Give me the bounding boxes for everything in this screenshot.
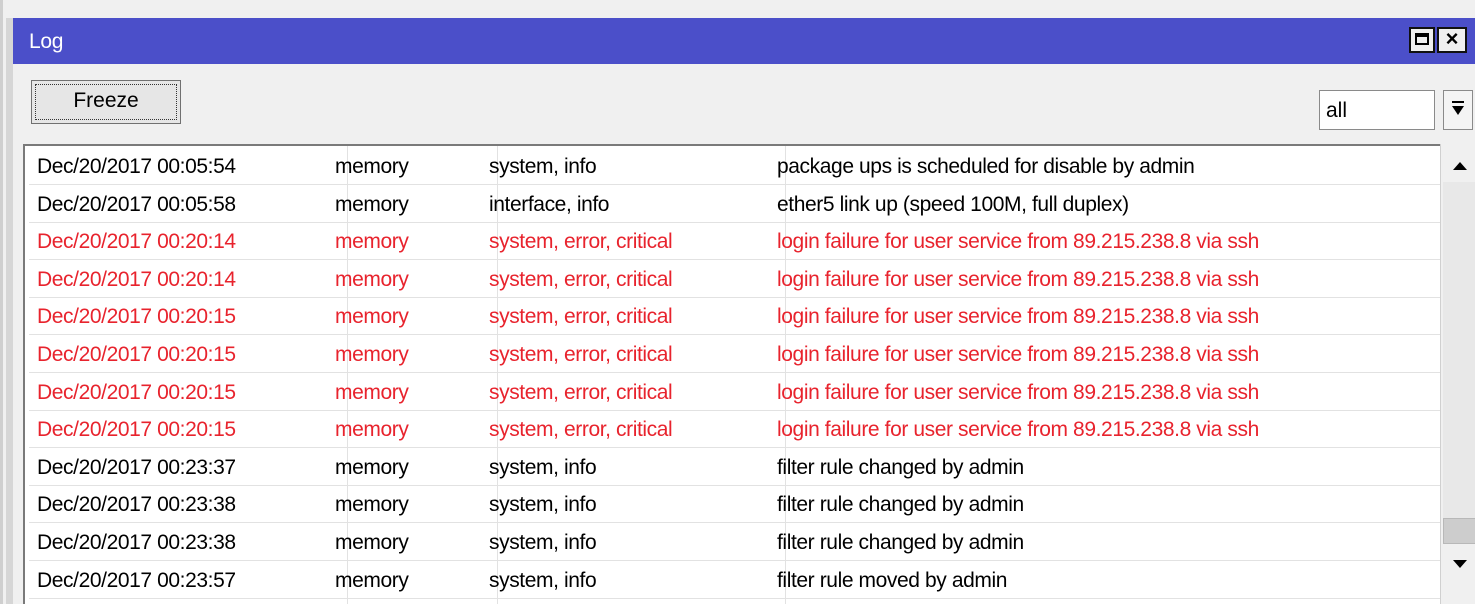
log-message-cell: package ups is scheduled for disable by … (777, 155, 1195, 178)
log-message-cell: filter rule changed by admin (777, 493, 1024, 517)
log-buffer-cell: memory (335, 493, 409, 517)
freeze-button-label: Freeze (73, 89, 139, 112)
log-time-cell: Dec/20/2017 00:20:14 (37, 230, 236, 254)
log-time-cell: Dec/20/2017 00:20:15 (37, 305, 236, 329)
maximize-icon[interactable] (1409, 27, 1435, 53)
log-row[interactable]: Dec/20/2017 00:20:15 memory system, error,… (29, 336, 1442, 373)
log-table: Dec/20/2017 00:05:54 memory system, info pa… (23, 144, 1475, 604)
log-time-cell: Dec/20/2017 00:05:54 (37, 155, 236, 178)
log-topics-cell: interface, info (489, 192, 610, 216)
log-message-cell: filter rule changed by admin (777, 531, 1024, 554)
log-row[interactable]: Dec/20/2017 00:20:15 memory system, error,… (29, 298, 1442, 336)
scroll-up-arrow-icon[interactable] (1443, 148, 1475, 182)
toolbar: Freeze all (13, 64, 1475, 144)
log-row[interactable]: Dec/20/2017 00:23:38 memory system, info fi… (29, 524, 1442, 561)
log-buffer-cell: memory (335, 305, 409, 329)
scrollbar-thumb[interactable] (1443, 518, 1475, 544)
log-topics-cell: system, error, critical (489, 418, 673, 442)
log-buffer-cell: memory (335, 192, 409, 216)
log-row[interactable]: Dec/20/2017 00:20:14 memory system, error,… (29, 223, 1442, 261)
freeze-button[interactable]: Freeze (31, 80, 181, 124)
log-time-cell: Dec/20/2017 00:20:14 (37, 267, 236, 291)
log-time-cell: Dec/20/2017 00:23:38 (37, 531, 236, 554)
log-message-cell: filter rule changed by admin (777, 455, 1024, 479)
dropdown-arrow-icon[interactable] (1443, 90, 1473, 130)
log-buffer-cell: memory (335, 380, 409, 404)
log-time-cell: Dec/20/2017 00:20:15 (37, 343, 236, 366)
log-topics-cell: system, info (489, 455, 597, 479)
log-row[interactable]: Dec/20/2017 00:05:54 memory system, info pa… (29, 148, 1442, 185)
log-window: Log × Freeze all Dec/20/2017 00:05:54 mem… (0, 0, 1475, 604)
log-buffer-cell: memory (335, 230, 409, 254)
vertical-scrollbar[interactable] (1440, 144, 1475, 604)
scroll-down-arrow-icon[interactable] (1443, 546, 1475, 580)
log-buffer-cell: memory (335, 531, 409, 554)
log-time-cell: Dec/20/2017 00:20:15 (37, 418, 236, 442)
title-bar[interactable]: Log × (13, 18, 1475, 64)
log-time-cell: Dec/20/2017 00:20:15 (37, 380, 236, 404)
log-topics-cell: system, error, critical (489, 305, 673, 329)
topic-filter-select[interactable]: all (1319, 90, 1435, 130)
log-topics-cell: system, error, critical (489, 380, 673, 404)
log-buffer-cell: memory (335, 455, 409, 479)
log-row[interactable]: Dec/20/2017 00:20:15 memory system, error,… (29, 411, 1442, 449)
log-buffer-cell: memory (335, 418, 409, 442)
log-row[interactable]: Dec/20/2017 00:23:37 memory system, info fi… (29, 449, 1442, 486)
log-message-cell: login failure for user service from 89.2… (777, 267, 1259, 291)
close-icon[interactable]: × (1437, 27, 1467, 53)
log-row[interactable]: Dec/20/2017 00:05:58 memory interface, inf… (29, 186, 1442, 223)
log-buffer-cell: memory (335, 267, 409, 291)
log-message-cell: login failure for user service from 89.2… (777, 230, 1259, 254)
log-message-cell: login failure for user service from 89.2… (777, 418, 1259, 442)
log-buffer-cell: memory (335, 343, 409, 366)
log-topics-cell: system, info (489, 155, 597, 178)
log-topics-cell: system, error, critical (489, 343, 673, 366)
scrollbar-track[interactable] (1443, 182, 1475, 542)
log-time-cell: Dec/20/2017 00:23:57 (37, 568, 236, 592)
log-message-cell: login failure for user service from 89.2… (777, 380, 1259, 404)
log-row[interactable]: Dec/20/2017 00:23:57 memory system, info fi… (29, 562, 1442, 599)
log-time-cell: Dec/20/2017 00:23:37 (37, 455, 236, 479)
log-message-cell: login failure for user service from 89.2… (777, 343, 1259, 366)
window-title: Log (29, 30, 64, 53)
log-buffer-cell: memory (335, 155, 409, 178)
log-buffer-cell: memory (335, 568, 409, 592)
log-topics-cell: system, info (489, 493, 597, 517)
log-topics-cell: system, error, critical (489, 230, 673, 254)
log-row[interactable]: Dec/20/2017 00:23:38 memory system, info fi… (29, 486, 1442, 524)
log-message-cell: login failure for user service from 89.2… (777, 305, 1259, 329)
log-row[interactable]: Dec/20/2017 00:20:14 memory system, error,… (29, 261, 1442, 298)
log-topics-cell: system, error, critical (489, 267, 673, 291)
log-topics-cell: system, info (489, 568, 597, 592)
window-left-border (6, 18, 13, 604)
log-time-cell: Dec/20/2017 00:23:38 (37, 493, 236, 517)
log-message-cell: ether5 link up (speed 100M, full duplex) (777, 192, 1129, 216)
log-message-cell: filter rule moved by admin (777, 568, 1008, 592)
log-topics-cell: system, info (489, 531, 597, 554)
log-time-cell: Dec/20/2017 00:05:58 (37, 192, 236, 216)
log-row[interactable]: Dec/20/2017 00:20:15 memory system, error,… (29, 374, 1442, 411)
